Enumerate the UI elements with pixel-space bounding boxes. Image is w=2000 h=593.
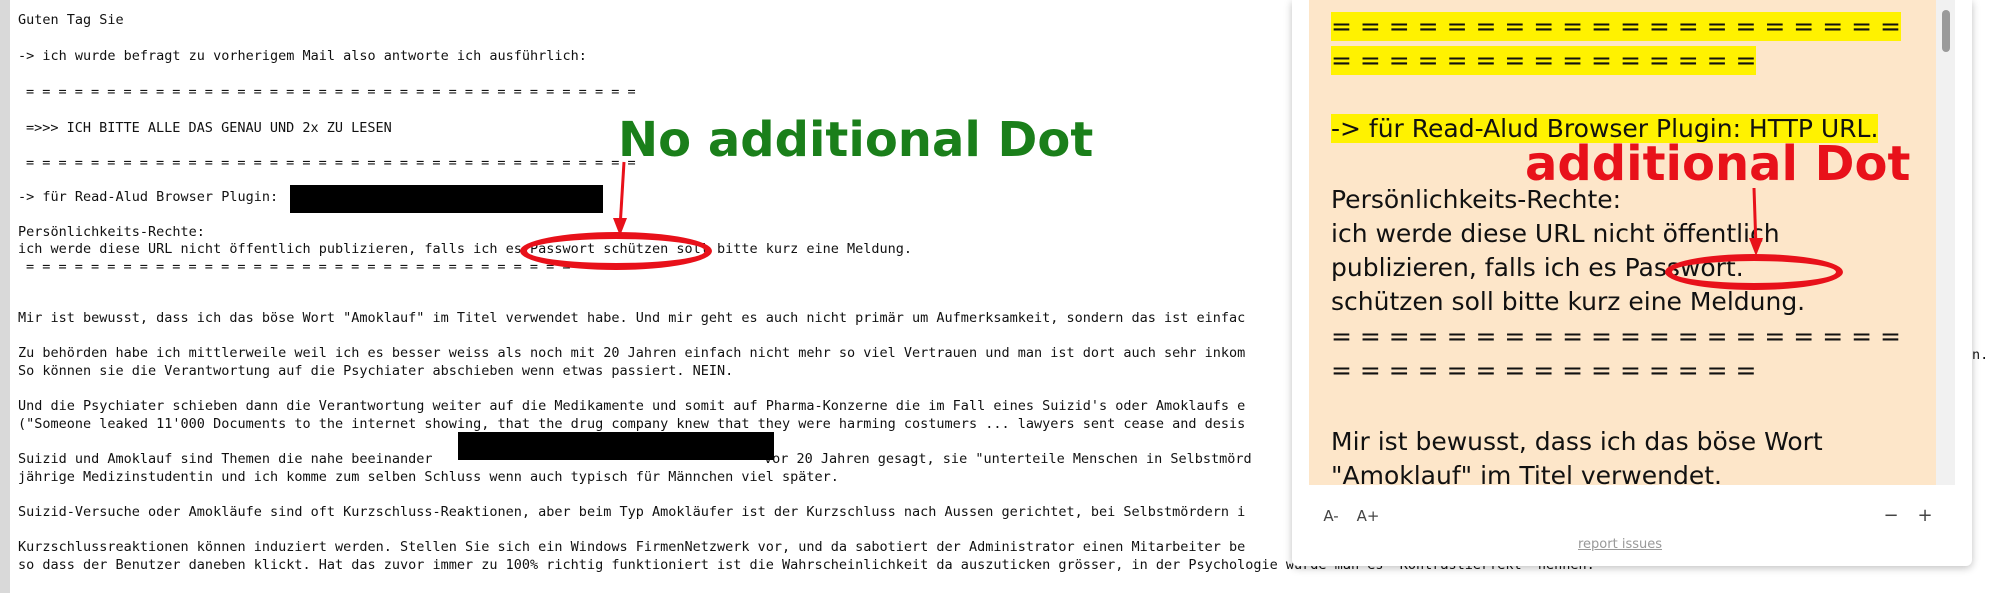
reader-para-line: "Amoklauf" im Titel verwendet. [1331, 461, 1722, 485]
email-para: Zu behörden habe ich mittlerweile weil i… [18, 345, 1246, 361]
email-rights-title: Persönlichkeits-Rechte: [18, 224, 205, 240]
annotation-no-dot: No additional Dot [618, 112, 1094, 168]
email-rights-body: ich werde diese URL nicht öffentlich pub… [18, 241, 913, 257]
email-overflow-text: n. [1972, 347, 1989, 363]
font-smaller-button[interactable]: A- [1316, 507, 1346, 529]
read-aloud-panel: = = = = = = = = = = = = = = = = = = = = … [1292, 0, 1972, 566]
reader-text-area: = = = = = = = = = = = = = = = = = = = = … [1309, 0, 1936, 485]
email-separator: = = = = = = = = = = = = = = = = = = = = … [26, 155, 636, 171]
email-para: vor 20 Jahren gesagt, sie "unterteile Me… [764, 451, 1252, 467]
report-issues-link[interactable]: report issues [1578, 537, 1662, 552]
email-para: Suizid-Versuche oder Amokläufe sind oft … [18, 504, 1246, 520]
annotation-arrow-left [613, 161, 627, 236]
rate-decrease-button[interactable]: − [1878, 505, 1904, 529]
reader-separator: = = = = = = = = = = = = = = = = = = = = [1331, 322, 1901, 351]
reader-separator: = = = = = = = = = = = = = = = = = = = = [1331, 12, 1901, 41]
reader-rights-line: schützen soll bitte kurz eine Meldung. [1331, 287, 1806, 316]
scrollbar-thumb[interactable] [1942, 10, 1950, 52]
email-para: So können sie die Verantwortung auf die … [18, 363, 734, 379]
rate-increase-button[interactable]: + [1912, 505, 1938, 529]
email-greeting: Guten Tag Sie [18, 12, 124, 28]
reader-para-line: Mir ist bewusst, dass ich das böse Wort [1331, 427, 1823, 456]
email-para: Suizid und Amoklauf sind Themen die nahe… [18, 451, 433, 467]
email-para: Und die Psychiater schieben dann die Ver… [18, 398, 1246, 414]
email-line-please: =>>> ICH BITTE ALLE DAS GENAU UND 2x ZU … [26, 120, 392, 136]
email-line-reply: -> ich wurde befragt zu vorherigem Mail … [18, 48, 587, 64]
annotation-arrow-right [1749, 187, 1763, 256]
email-line-plugin: -> für Read-Alud Browser Plugin: [18, 189, 279, 205]
annotation-additional-dot: additional Dot [1525, 136, 1911, 192]
left-window-edge [0, 0, 10, 593]
email-para: jährige Medizinstudentin und ich komme z… [18, 469, 839, 485]
reader-separator: = = = = = = = = = = = = = = = [1331, 46, 1757, 75]
email-para: ("Someone leaked 11'000 Documents to the… [18, 416, 1246, 432]
email-separator: = = = = = = = = = = = = = = = = = = = = … [26, 84, 636, 100]
email-para: Kurzschlussreaktionen können induziert w… [18, 539, 1246, 555]
redacted-url-box [290, 185, 603, 213]
reader-separator: = = = = = = = = = = = = = = = [1331, 356, 1757, 385]
reader-rights-line: ich werde diese URL nicht öffentlich [1331, 219, 1780, 248]
reader-scrollbar[interactable] [1936, 0, 1955, 485]
font-larger-button[interactable]: A+ [1352, 507, 1384, 529]
email-para: Mir ist bewusst, dass ich das böse Wort … [18, 310, 1246, 326]
redacted-text-box [458, 432, 774, 460]
